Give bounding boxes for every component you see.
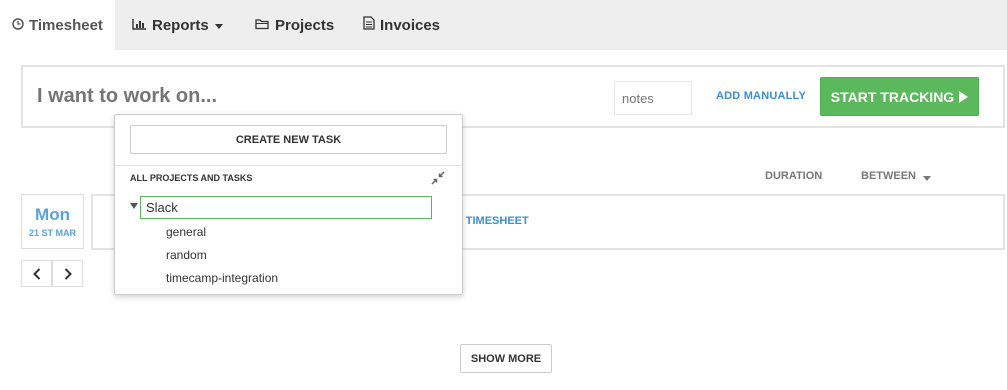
project-name-input[interactable] bbox=[140, 196, 432, 219]
folder-icon bbox=[255, 17, 270, 34]
bar-chart-icon bbox=[132, 17, 147, 34]
notes-input[interactable] bbox=[614, 81, 692, 115]
subtask-item[interactable]: timecamp-integration bbox=[166, 271, 278, 285]
day-card[interactable]: Mon 21 ST MAR bbox=[21, 194, 84, 249]
subtask-item[interactable]: general bbox=[166, 225, 206, 239]
show-more-button[interactable]: SHOW MORE bbox=[460, 344, 552, 373]
start-tracking-label: START TRACKING bbox=[830, 88, 955, 105]
tab-timesheet[interactable]: Timesheet bbox=[0, 0, 115, 50]
subtask-item[interactable]: random bbox=[166, 248, 207, 262]
start-tracking-button[interactable]: START TRACKING bbox=[820, 77, 979, 116]
collapse-all-icon[interactable] bbox=[431, 171, 445, 185]
tab-timesheet-label: Timesheet bbox=[29, 16, 103, 34]
timesheet-link[interactable]: T TIMESHEET bbox=[456, 215, 529, 227]
chevron-down-icon bbox=[214, 23, 223, 29]
tree-expand-caret-icon[interactable] bbox=[130, 203, 138, 209]
top-navigation: Timesheet Reports Projects Invoices bbox=[0, 0, 1007, 50]
dropdown-divider bbox=[115, 165, 462, 166]
create-new-task-button[interactable]: CREATE NEW TASK bbox=[130, 125, 447, 154]
tab-projects-label: Projects bbox=[275, 16, 335, 34]
tab-invoices-label: Invoices bbox=[380, 16, 441, 34]
task-search-input[interactable] bbox=[37, 85, 437, 108]
document-icon bbox=[363, 16, 375, 34]
tab-reports[interactable]: Reports bbox=[132, 0, 223, 50]
clock-icon bbox=[12, 17, 24, 34]
between-label: BETWEEN bbox=[861, 170, 916, 182]
day-date: 21 ST MAR bbox=[28, 228, 76, 238]
tab-reports-label: Reports bbox=[152, 16, 209, 34]
next-day-button[interactable] bbox=[52, 260, 83, 287]
play-icon bbox=[959, 90, 969, 103]
day-name: Mon bbox=[35, 205, 70, 224]
all-projects-heading: ALL PROJECTS AND TASKS bbox=[130, 173, 253, 183]
sort-caret-icon bbox=[923, 176, 931, 181]
previous-day-button[interactable] bbox=[21, 260, 52, 287]
task-picker-dropdown: CREATE NEW TASK ALL PROJECTS AND TASKS g… bbox=[114, 114, 463, 295]
duration-column-header[interactable]: DURATION bbox=[765, 170, 822, 182]
tab-invoices[interactable]: Invoices bbox=[363, 0, 440, 50]
chevron-right-icon bbox=[64, 267, 72, 280]
tab-projects[interactable]: Projects bbox=[255, 0, 334, 50]
between-column-header[interactable]: BETWEEN bbox=[861, 170, 931, 182]
add-manually-link[interactable]: ADD MANUALLY bbox=[716, 90, 806, 102]
chevron-left-icon bbox=[32, 267, 40, 280]
